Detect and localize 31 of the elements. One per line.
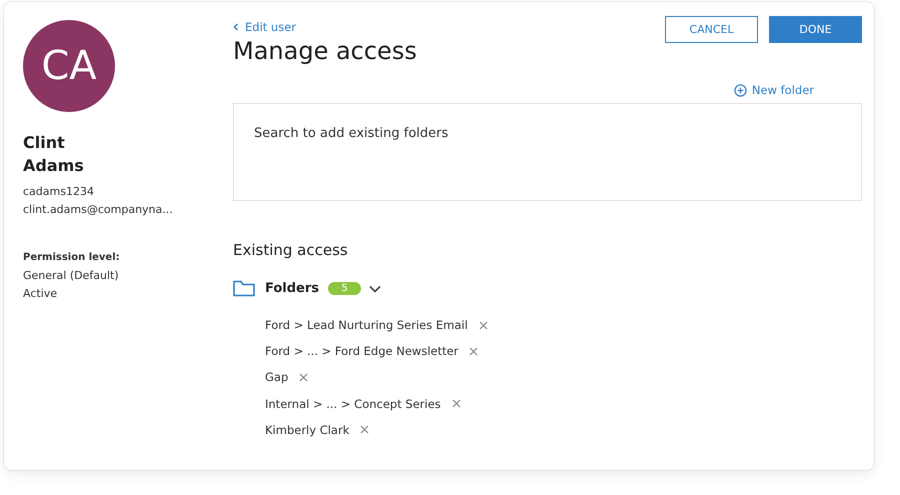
user-status: Active xyxy=(23,286,58,302)
remove-icon[interactable] xyxy=(299,372,308,382)
permission-label: Permission level: xyxy=(23,251,121,265)
folders-label: Folders xyxy=(265,281,320,296)
folder-path: Kimberly Clark xyxy=(265,422,350,437)
count-badge: 5 xyxy=(328,282,362,295)
folder-path: Ford > Lead Nurturing Series Email xyxy=(265,318,468,332)
new-folder-link[interactable]: New folder xyxy=(734,83,814,97)
chevron-icon[interactable] xyxy=(369,284,382,292)
avatar: CA xyxy=(23,20,115,112)
remove-icon[interactable] xyxy=(478,320,488,330)
folder-icon xyxy=(233,280,255,297)
remove-icon[interactable] xyxy=(360,425,370,434)
folder-path: Gap xyxy=(265,370,288,384)
user-email: clint.adams@companyna... xyxy=(23,202,174,218)
user-last-name: Adams xyxy=(23,155,85,177)
cancel-button[interactable]: CANCEL xyxy=(665,16,758,43)
search-field[interactable]: Search to add existing folders xyxy=(233,103,862,201)
plus-circle-icon xyxy=(734,84,747,96)
page-title: Manage access xyxy=(233,37,417,65)
section-title: Existing access xyxy=(233,241,349,259)
remove-icon[interactable] xyxy=(452,399,461,408)
done-button[interactable]: DONE xyxy=(769,16,862,43)
remove-icon[interactable] xyxy=(469,346,478,356)
folder-path: Internal > ... > Concept Series xyxy=(265,396,441,411)
permission-level: General (Default) xyxy=(23,268,120,284)
back-chevron-icon xyxy=(233,23,239,31)
folder-path: Ford > ... > Ford Edge Newsletter xyxy=(265,344,458,358)
back-link[interactable]: Edit user xyxy=(233,20,296,34)
user-first-name: Clint xyxy=(23,132,66,154)
username: cadams1234 xyxy=(23,184,95,200)
